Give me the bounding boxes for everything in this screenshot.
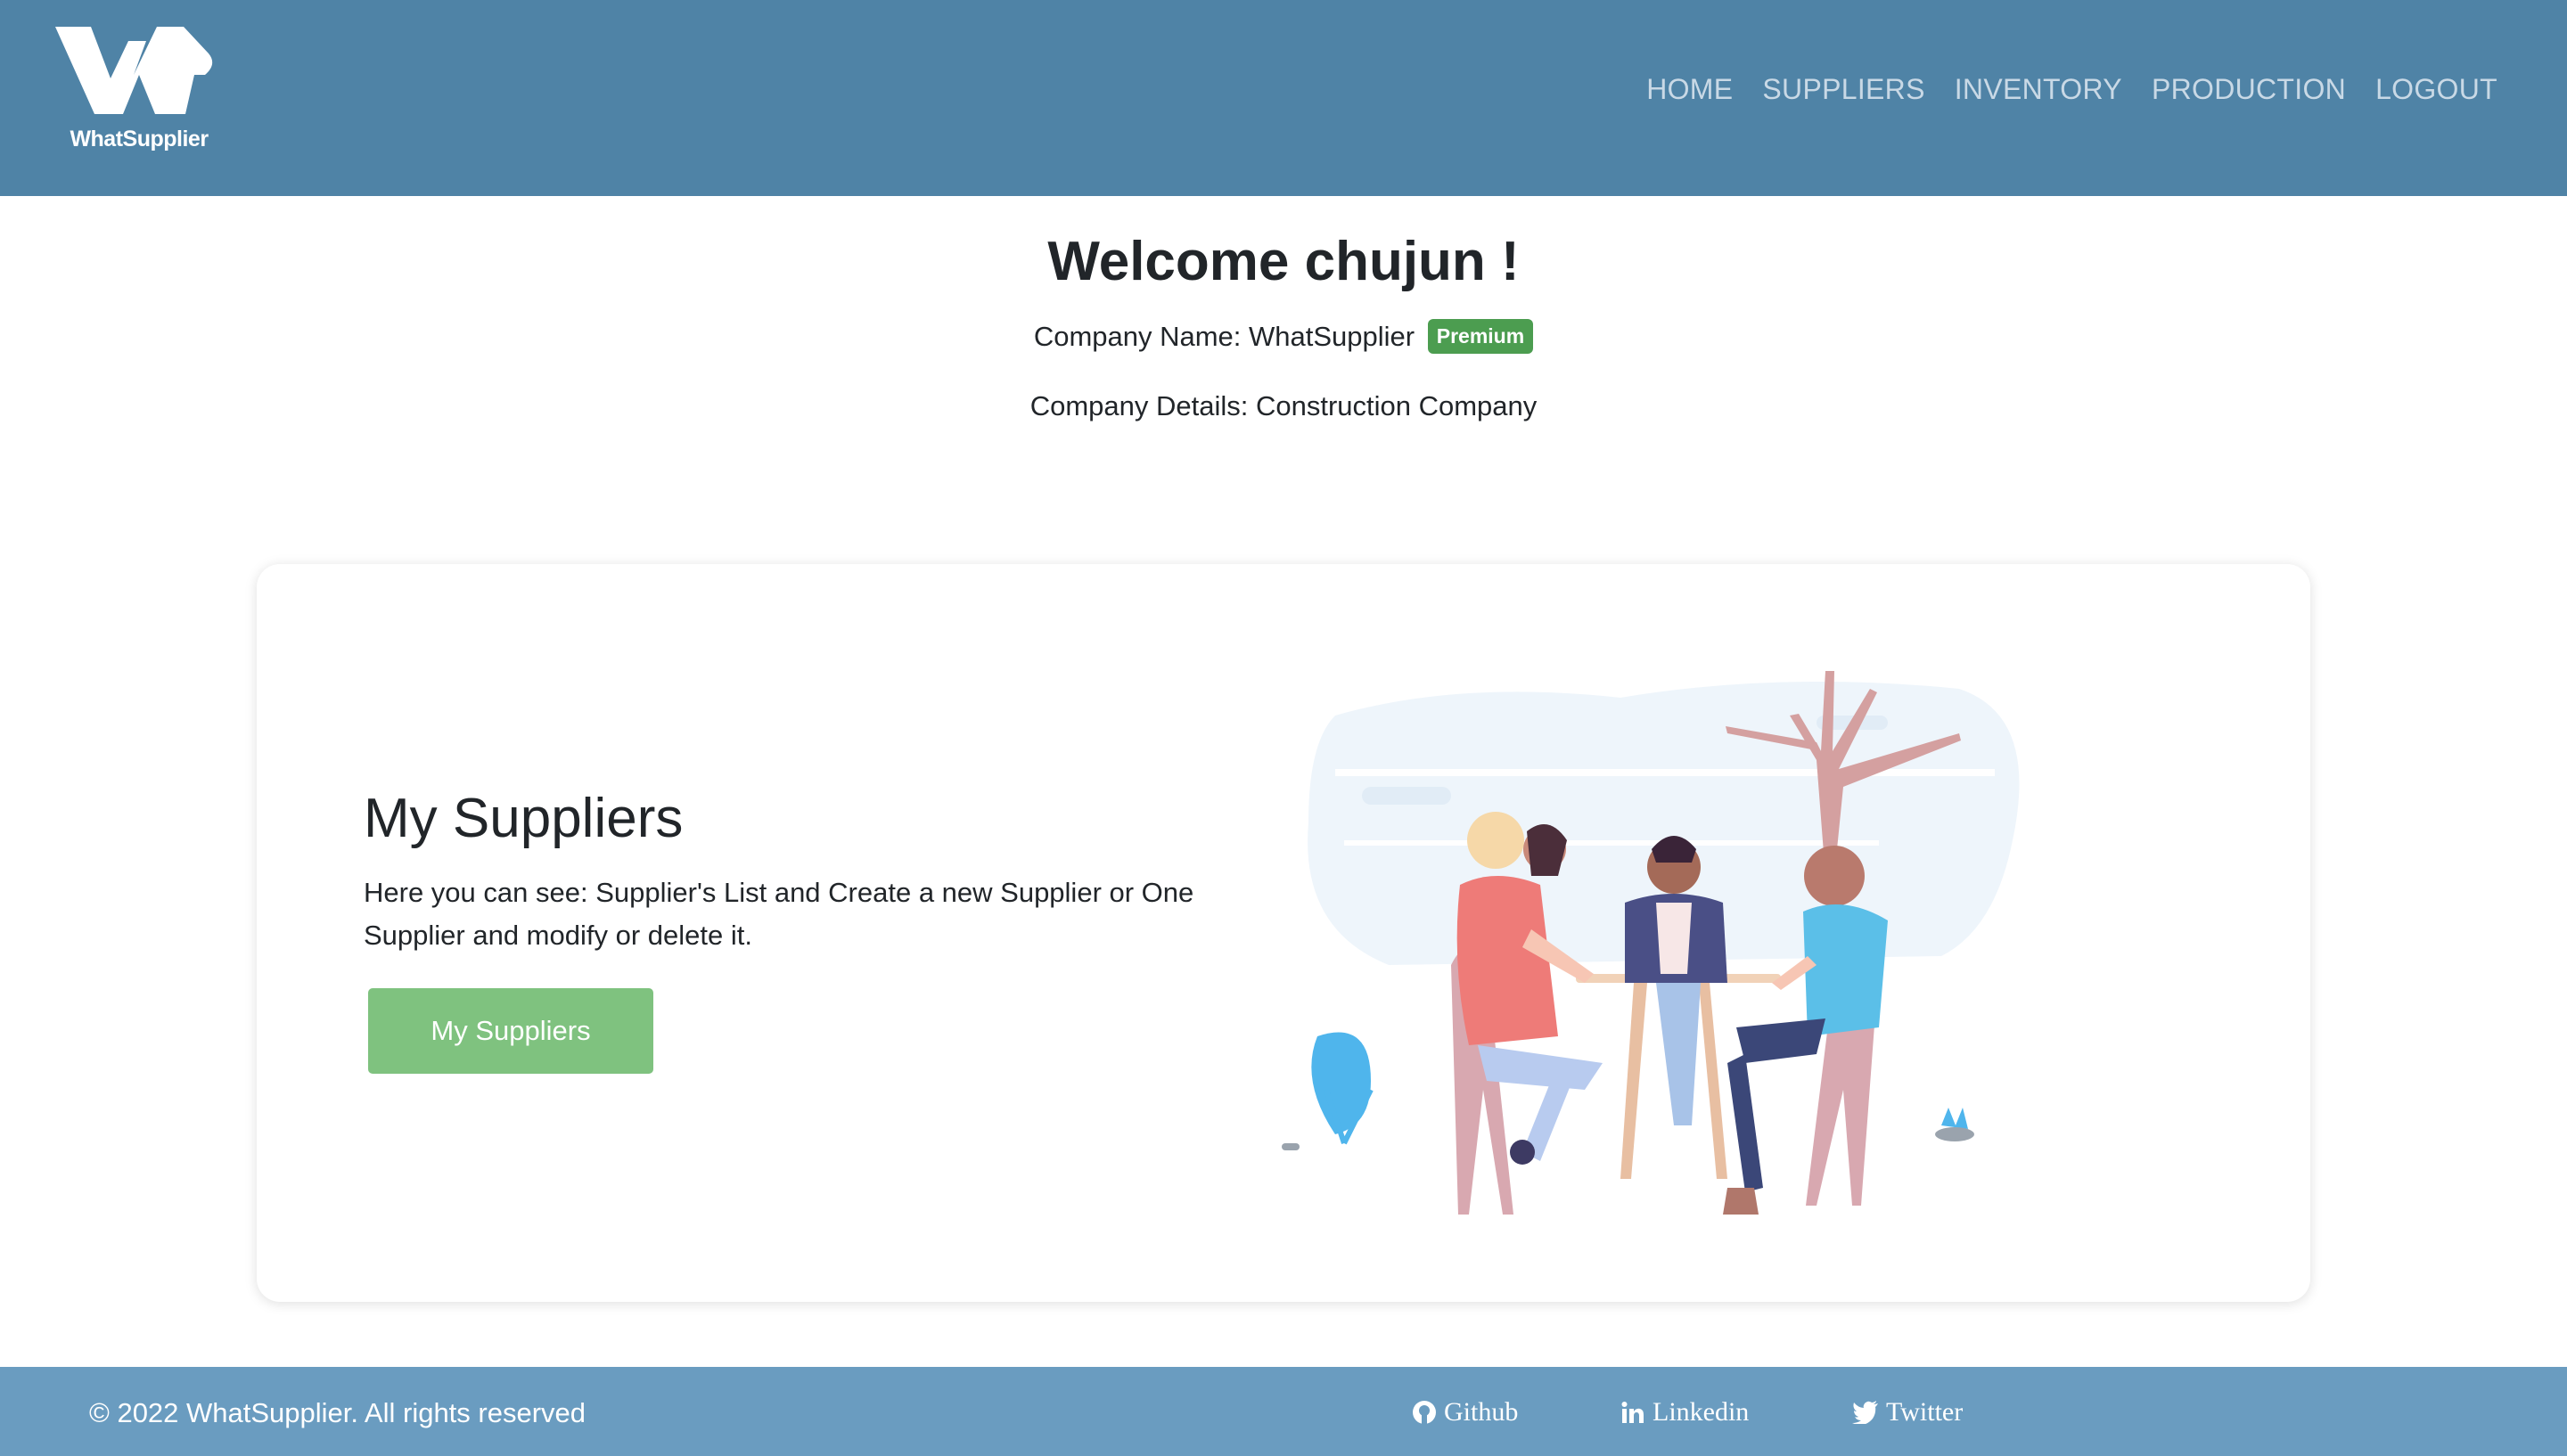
copyright-text: © 2022 WhatSupplier. All rights reserved <box>89 1397 586 1428</box>
top-navbar: WhatSupplier HOME SUPPLIERS INVENTORY PR… <box>0 0 2567 196</box>
github-label: Github <box>1444 1397 1519 1427</box>
logo-text: WhatSupplier <box>70 127 209 151</box>
company-name-line: Company Name: WhatSupplier Premium <box>0 319 2567 354</box>
nav-inventory[interactable]: INVENTORY <box>1955 73 2122 106</box>
main-nav: HOME SUPPLIERS INVENTORY PRODUCTION LOGO… <box>1646 73 2497 106</box>
twitter-link[interactable]: Twitter <box>1852 1397 1963 1427</box>
my-suppliers-button[interactable]: My Suppliers <box>368 988 653 1074</box>
github-link[interactable]: Github <box>1412 1397 1518 1427</box>
github-icon <box>1413 1401 1436 1424</box>
twitter-label: Twitter <box>1886 1397 1964 1427</box>
linkedin-icon <box>1621 1402 1644 1423</box>
nav-logout[interactable]: LOGOUT <box>2375 73 2497 106</box>
brand-logo[interactable]: WhatSupplier <box>52 21 217 164</box>
nav-home[interactable]: HOME <box>1646 73 1733 106</box>
my-suppliers-card: My Suppliers Here you can see: Supplier'… <box>257 564 2310 1302</box>
card-description: Here you can see: Supplier's List and Cr… <box>364 877 1194 951</box>
linkedin-link[interactable]: Linkedin <box>1620 1397 1749 1427</box>
nav-production[interactable]: PRODUCTION <box>2152 73 2346 106</box>
company-details: Company Details: Construction Company <box>1029 390 1538 421</box>
card-title: My Suppliers <box>364 788 684 849</box>
logo-w-icon <box>55 27 213 114</box>
footer: © 2022 WhatSupplier. All rights reserved… <box>0 1367 2567 1456</box>
team-meeting-illustration <box>1282 671 2020 1215</box>
linkedin-label: Linkedin <box>1653 1397 1750 1427</box>
premium-badge: Premium <box>1427 319 1534 354</box>
welcome-title: Welcome chujun ! <box>1047 231 1520 292</box>
twitter-icon <box>1852 1401 1878 1424</box>
nav-suppliers[interactable]: SUPPLIERS <box>1762 73 1924 106</box>
company-name: Company Name: WhatSupplier <box>1033 321 1415 352</box>
